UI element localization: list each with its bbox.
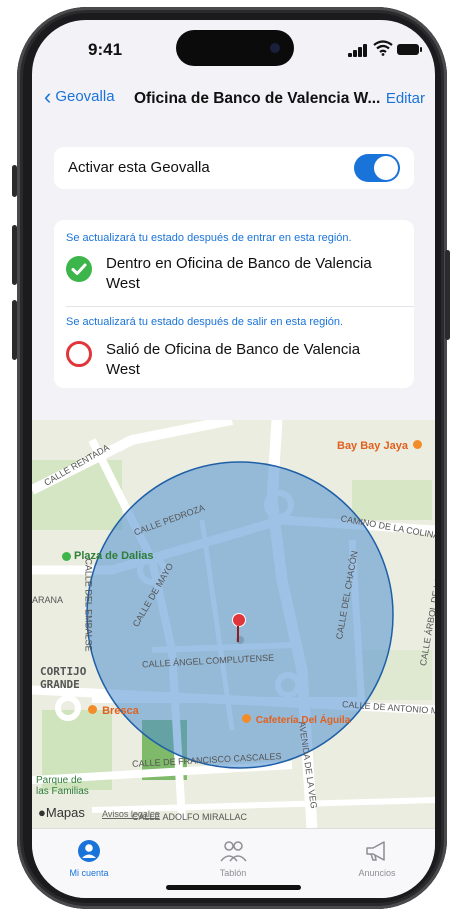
page-title: Oficina de Banco de Valencia W...	[134, 90, 381, 107]
place-label: Parque de las Familias	[36, 775, 89, 797]
activate-geofence-label: Activar esta Geovalla	[68, 159, 210, 176]
poi-label: Cafetería Del Águila	[242, 714, 350, 726]
empty-circle-icon	[66, 341, 92, 367]
exit-hint: Se actualizará tu estado después de sali…	[66, 316, 344, 328]
location-pin-icon	[232, 613, 246, 627]
back-button[interactable]: ‹ Geovalla	[44, 83, 115, 109]
coffee-icon	[242, 714, 251, 723]
entry-hint: Se actualizará tu estado después de entr…	[66, 232, 352, 244]
tab-tablon[interactable]: Tablón	[188, 837, 278, 878]
legal-link[interactable]: Avisos legales	[102, 809, 159, 819]
poi-label: Bay Bay Jaya	[337, 440, 423, 452]
clock: 9:41	[88, 40, 123, 59]
exit-status-text[interactable]: Salió de Oficina de Banco de Valencia We…	[106, 340, 386, 380]
entry-status-text[interactable]: Dentro en Oficina de Banco de Valencia W…	[106, 254, 386, 294]
back-label: Geovalla	[55, 88, 115, 105]
apple-logo-icon: ●	[38, 805, 46, 820]
street-label: CALLE DEL EMBALSE	[83, 558, 94, 652]
power-button	[445, 250, 450, 340]
geofence-status-card: Se actualizará tu estado después de entr…	[54, 220, 414, 388]
navigation-bar: ‹ Geovalla Oficina de Banco de Valencia …	[32, 78, 435, 122]
camera-icon	[270, 43, 280, 53]
tab-bar: Mi cuenta Tablón Anuncios	[32, 828, 435, 898]
toggle-knob	[374, 156, 398, 180]
street-label: ARANA	[32, 595, 64, 605]
place-label: Plaza de Dalias	[62, 550, 154, 562]
tab-anuncios[interactable]: Anuncios	[332, 837, 422, 878]
restaurant-icon	[413, 440, 423, 449]
tab-mi-cuenta[interactable]: Mi cuenta	[44, 837, 134, 878]
chevron-left-icon: ‹	[44, 83, 52, 109]
divider	[66, 306, 414, 307]
tab-label: Tablón	[219, 868, 247, 878]
volume-up-button	[12, 225, 17, 285]
check-circle-icon	[66, 256, 92, 282]
people-icon	[188, 837, 278, 865]
map-view[interactable]: CALLE RENTADA CALLE PEDROZA CALLE DE MAY…	[32, 420, 435, 828]
poi-label: Bresca	[88, 705, 139, 717]
wifi-icon	[373, 40, 393, 56]
activate-geofence-toggle[interactable]	[354, 154, 400, 182]
restaurant-icon	[88, 705, 97, 714]
screen: 9:41 ‹ Geovalla Oficina de Banco de Vale…	[32, 20, 435, 898]
dynamic-island	[176, 30, 294, 66]
megaphone-icon	[332, 837, 422, 865]
pin-stem	[237, 626, 239, 642]
person-circle-icon	[44, 837, 134, 865]
tab-label: Anuncios	[358, 868, 396, 878]
battery-icon	[397, 44, 422, 55]
status-bar: 9:41	[32, 20, 435, 78]
place-label: CORTIJO GRANDE	[40, 665, 87, 691]
tab-label: Mi cuenta	[69, 868, 109, 878]
signal-icon	[348, 44, 370, 57]
activate-geofence-row: Activar esta Geovalla	[54, 147, 414, 189]
volume-down-button	[12, 300, 17, 360]
maps-attribution: ●Mapas	[38, 805, 85, 820]
home-indicator[interactable]	[166, 885, 301, 890]
edit-button[interactable]: Editar	[386, 90, 425, 107]
mute-switch	[12, 165, 17, 197]
